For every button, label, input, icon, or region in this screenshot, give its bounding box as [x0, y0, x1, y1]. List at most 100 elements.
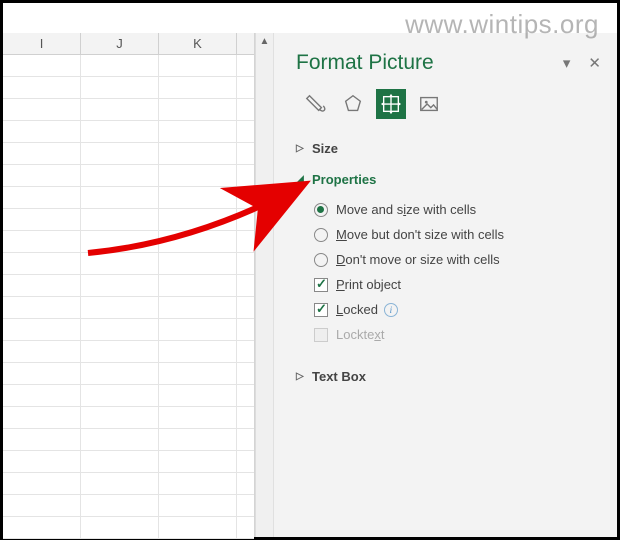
grid-cell[interactable]	[159, 363, 237, 384]
grid-cell[interactable]	[237, 341, 255, 362]
grid-cell[interactable]	[81, 55, 159, 76]
grid-cell[interactable]	[3, 209, 81, 230]
grid-cell[interactable]	[237, 275, 255, 296]
tab-picture-icon[interactable]	[414, 89, 444, 119]
grid-cell[interactable]	[3, 187, 81, 208]
grid-cell[interactable]	[81, 495, 159, 516]
grid-cell[interactable]	[159, 275, 237, 296]
grid-row[interactable]	[3, 187, 254, 209]
grid-cell[interactable]	[81, 319, 159, 340]
grid-cell[interactable]	[237, 451, 255, 472]
grid-row[interactable]	[3, 319, 254, 341]
grid-cell[interactable]	[159, 121, 237, 142]
grid-cell[interactable]	[81, 209, 159, 230]
grid-row[interactable]	[3, 209, 254, 231]
grid-cell[interactable]	[159, 253, 237, 274]
tab-size-properties-icon[interactable]	[376, 89, 406, 119]
column-header-j[interactable]: J	[81, 33, 159, 54]
grid-cell[interactable]	[81, 121, 159, 142]
grid-row[interactable]	[3, 363, 254, 385]
grid-cell[interactable]	[3, 429, 81, 450]
grid-row[interactable]	[3, 341, 254, 363]
grid-cell[interactable]	[237, 187, 255, 208]
scroll-up-arrow[interactable]: ▲	[256, 33, 273, 51]
grid-cell[interactable]	[81, 297, 159, 318]
grid-cell[interactable]	[3, 253, 81, 274]
grid-cell[interactable]	[159, 165, 237, 186]
grid-cell[interactable]	[159, 517, 237, 538]
grid-row[interactable]	[3, 429, 254, 451]
grid-cell[interactable]	[237, 253, 255, 274]
grid-row[interactable]	[3, 55, 254, 77]
grid-cell[interactable]	[3, 275, 81, 296]
grid-cell[interactable]	[3, 121, 81, 142]
grid-cell[interactable]	[3, 385, 81, 406]
grid-cell[interactable]	[81, 385, 159, 406]
grid-cell[interactable]	[81, 77, 159, 98]
grid-cell[interactable]	[237, 363, 255, 384]
radio-button[interactable]	[314, 203, 328, 217]
grid-cell[interactable]	[237, 77, 255, 98]
grid-cell[interactable]	[159, 319, 237, 340]
radio-button[interactable]	[314, 253, 328, 267]
column-header-i[interactable]: I	[3, 33, 81, 54]
grid-cell[interactable]	[81, 429, 159, 450]
grid-row[interactable]	[3, 143, 254, 165]
checkbox[interactable]	[314, 303, 328, 317]
grid-cell[interactable]	[237, 407, 255, 428]
grid-cell[interactable]	[81, 363, 159, 384]
section-size-header[interactable]: ▷ Size	[296, 137, 601, 160]
grid-cell[interactable]	[81, 143, 159, 164]
panel-close-icon[interactable]: ✕	[588, 54, 601, 72]
grid-cell[interactable]	[237, 517, 255, 538]
grid-cell[interactable]	[3, 451, 81, 472]
grid-cell[interactable]	[237, 495, 255, 516]
grid-cell[interactable]	[159, 297, 237, 318]
grid-cell[interactable]	[81, 99, 159, 120]
grid-cell[interactable]	[3, 473, 81, 494]
tab-fill-line-icon[interactable]	[300, 89, 330, 119]
grid-row[interactable]	[3, 231, 254, 253]
grid-cell[interactable]	[3, 77, 81, 98]
grid-row[interactable]	[3, 99, 254, 121]
grid-cell[interactable]	[81, 275, 159, 296]
grid-cell[interactable]	[3, 99, 81, 120]
grid-cell[interactable]	[159, 77, 237, 98]
grid-cell[interactable]	[159, 99, 237, 120]
grid-cell[interactable]	[237, 319, 255, 340]
radio-button[interactable]	[314, 228, 328, 242]
grid-row[interactable]	[3, 385, 254, 407]
tab-effects-icon[interactable]	[338, 89, 368, 119]
grid-row[interactable]	[3, 253, 254, 275]
grid-cell[interactable]	[81, 517, 159, 538]
grid-cell[interactable]	[81, 187, 159, 208]
grid-cell[interactable]	[237, 473, 255, 494]
grid-cell[interactable]	[159, 231, 237, 252]
grid-cell[interactable]	[159, 187, 237, 208]
grid-cell[interactable]	[237, 429, 255, 450]
radio-option[interactable]: Don't move or size with cells	[314, 247, 601, 272]
grid-row[interactable]	[3, 495, 254, 517]
grid-cell[interactable]	[3, 143, 81, 164]
grid-cell[interactable]	[81, 407, 159, 428]
checkbox-option[interactable]: Lockedi	[314, 297, 601, 322]
grid-cell[interactable]	[3, 363, 81, 384]
column-header-k[interactable]: K	[159, 33, 237, 54]
grid-cell[interactable]	[3, 341, 81, 362]
grid-cell[interactable]	[237, 385, 255, 406]
grid-cell[interactable]	[3, 165, 81, 186]
grid-cell[interactable]	[81, 253, 159, 274]
grid-cell[interactable]	[159, 495, 237, 516]
grid-cell[interactable]	[81, 341, 159, 362]
grid-cell[interactable]	[3, 495, 81, 516]
grid-row[interactable]	[3, 297, 254, 319]
grid-cell[interactable]	[81, 231, 159, 252]
grid-cell[interactable]	[81, 473, 159, 494]
checkbox[interactable]	[314, 278, 328, 292]
grid-row[interactable]	[3, 407, 254, 429]
checkbox-option[interactable]: Print object	[314, 272, 601, 297]
grid-row[interactable]	[3, 275, 254, 297]
grid-cell[interactable]	[3, 407, 81, 428]
grid-cell[interactable]	[159, 429, 237, 450]
grid-cell[interactable]	[3, 55, 81, 76]
